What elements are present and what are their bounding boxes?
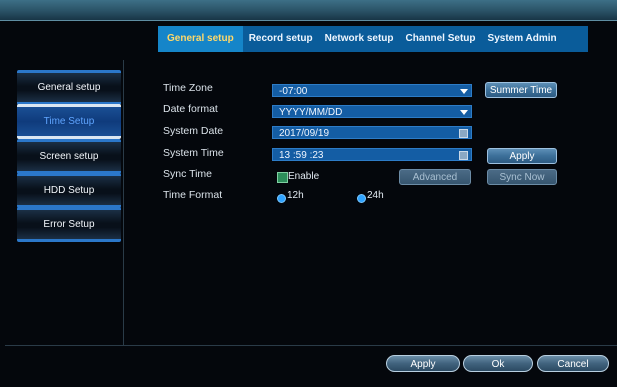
- sidebar-item-error-setup[interactable]: Error Setup: [17, 207, 121, 242]
- footer-cancel-button[interactable]: Cancel: [537, 355, 609, 372]
- sync-time-label: Sync Time: [163, 168, 213, 180]
- time-format-12h-radio[interactable]: [277, 194, 286, 203]
- sidebar-item-time-setup[interactable]: Time Setup: [17, 104, 121, 139]
- sidebar-item-screen-setup[interactable]: Screen setup: [17, 139, 121, 174]
- system-date-label: System Date: [163, 125, 224, 137]
- sync-enable-checkbox[interactable]: [277, 172, 288, 183]
- system-time-value: 13 :59 :23: [279, 150, 324, 161]
- date-format-value: YYYY/MM/DD: [279, 107, 343, 118]
- sidebar-divider: [123, 60, 124, 345]
- calendar-icon[interactable]: [459, 129, 468, 138]
- system-time-label: System Time: [163, 147, 224, 159]
- advanced-button[interactable]: Advanced: [399, 169, 471, 185]
- sidebar-item-hdd-setup[interactable]: HDD Setup: [17, 173, 121, 208]
- sidebar-item-general-setup[interactable]: General setup: [17, 70, 121, 105]
- chevron-down-icon: [460, 89, 468, 94]
- tab-channel-setup[interactable]: Channel Setup: [400, 26, 482, 52]
- time-format-24h-label: 24h: [367, 190, 384, 201]
- sync-now-button[interactable]: Sync Now: [487, 169, 557, 185]
- footer-ok-button[interactable]: Ok: [463, 355, 533, 372]
- chevron-down-icon: [460, 110, 468, 115]
- title-bar: [0, 0, 617, 21]
- time-zone-label: Time Zone: [163, 82, 213, 94]
- footer-divider: [5, 345, 617, 346]
- system-time-input[interactable]: 13 :59 :23: [272, 148, 472, 161]
- date-format-select[interactable]: YYYY/MM/DD: [272, 105, 472, 118]
- footer-apply-button[interactable]: Apply: [386, 355, 460, 372]
- time-zone-value: -07:00: [279, 86, 308, 97]
- summer-time-button[interactable]: Summer Time: [485, 82, 557, 98]
- clock-icon[interactable]: [459, 151, 468, 160]
- system-date-value: 2017/09/19: [279, 128, 330, 139]
- date-format-label: Date format: [163, 103, 218, 115]
- sync-enable-label: Enable: [288, 171, 320, 182]
- time-format-24h-radio[interactable]: [357, 194, 366, 203]
- tab-network-setup[interactable]: Network setup: [319, 26, 400, 52]
- apply-time-button[interactable]: Apply: [487, 148, 557, 164]
- time-format-12h-label: 12h: [287, 190, 304, 201]
- time-zone-select[interactable]: -07:00: [272, 84, 472, 97]
- top-tab-bar: General setup Record setup Network setup…: [158, 26, 588, 52]
- system-date-input[interactable]: 2017/09/19: [272, 126, 472, 139]
- tab-general-setup[interactable]: General setup: [158, 26, 243, 52]
- time-format-label: Time Format: [163, 189, 223, 201]
- tab-system-admin[interactable]: System Admin: [482, 26, 563, 52]
- tab-record-setup[interactable]: Record setup: [243, 26, 319, 52]
